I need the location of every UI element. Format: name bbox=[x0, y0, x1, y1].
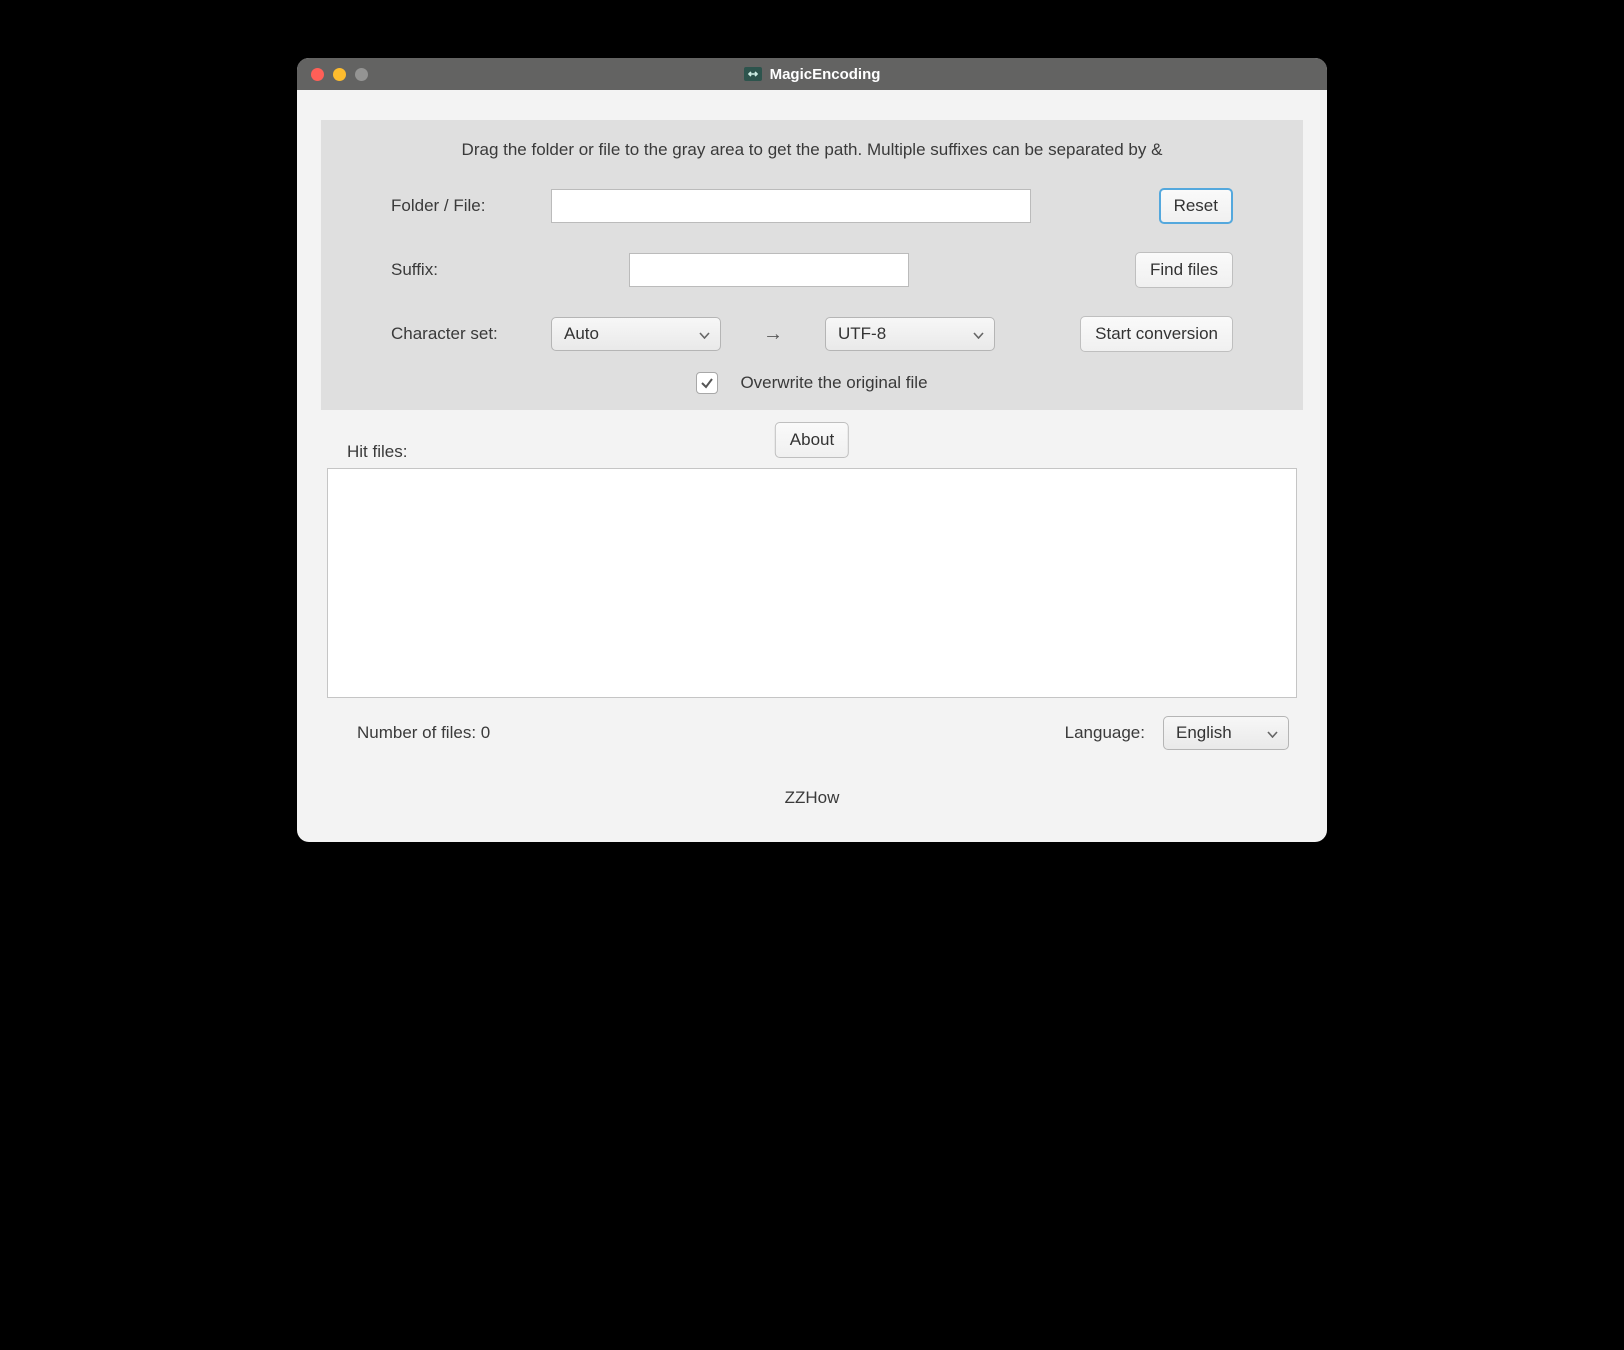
app-icon bbox=[744, 67, 762, 81]
close-icon[interactable] bbox=[311, 68, 324, 81]
source-charset-value: Auto bbox=[564, 324, 599, 344]
file-count-label: Number of files: 0 bbox=[357, 723, 490, 743]
target-charset-value: UTF-8 bbox=[838, 324, 886, 344]
window-title: MagicEncoding bbox=[770, 66, 881, 83]
target-charset-select[interactable]: UTF-8 bbox=[825, 317, 995, 351]
suffix-input[interactable] bbox=[629, 253, 909, 287]
chevron-down-icon bbox=[699, 324, 710, 344]
below-panel: About Hit files: Number of files: 0 Lang… bbox=[321, 410, 1303, 818]
find-files-button[interactable]: Find files bbox=[1135, 252, 1233, 288]
minimize-icon[interactable] bbox=[333, 68, 346, 81]
file-list[interactable] bbox=[327, 468, 1297, 698]
footer-author: ZZHow bbox=[327, 750, 1297, 818]
instruction-text: Drag the folder or file to the gray area… bbox=[391, 140, 1233, 160]
app-window: MagicEncoding Drag the folder or file to… bbox=[297, 58, 1327, 842]
start-conversion-button[interactable]: Start conversion bbox=[1080, 316, 1233, 352]
chevron-down-icon bbox=[973, 324, 984, 344]
suffix-label: Suffix: bbox=[391, 260, 551, 280]
reset-button[interactable]: Reset bbox=[1159, 188, 1233, 224]
language-label: Language: bbox=[1065, 723, 1145, 743]
bottom-row: Number of files: 0 Language: English bbox=[327, 698, 1297, 750]
chevron-down-icon bbox=[1267, 723, 1278, 743]
language-select[interactable]: English bbox=[1163, 716, 1289, 750]
hit-files-label: Hit files: bbox=[347, 442, 407, 462]
arrow-icon: → bbox=[763, 323, 783, 346]
folder-row: Folder / File: Reset bbox=[391, 188, 1233, 224]
folder-label: Folder / File: bbox=[391, 196, 551, 216]
check-icon bbox=[700, 376, 714, 390]
window-controls bbox=[297, 68, 368, 81]
drop-panel[interactable]: Drag the folder or file to the gray area… bbox=[321, 120, 1303, 410]
about-button[interactable]: About bbox=[775, 422, 849, 458]
titlebar: MagicEncoding bbox=[297, 58, 1327, 90]
zoom-icon[interactable] bbox=[355, 68, 368, 81]
source-charset-select[interactable]: Auto bbox=[551, 317, 721, 351]
charset-label: Character set: bbox=[391, 324, 551, 344]
suffix-row: Suffix: Find files bbox=[391, 252, 1233, 288]
charset-row: Character set: Auto → UTF-8 Start conver… bbox=[391, 316, 1233, 352]
folder-input[interactable] bbox=[551, 189, 1031, 223]
overwrite-label: Overwrite the original file bbox=[740, 373, 927, 393]
content-area: Drag the folder or file to the gray area… bbox=[297, 90, 1327, 842]
overwrite-checkbox[interactable] bbox=[696, 372, 718, 394]
language-value: English bbox=[1176, 723, 1232, 743]
overwrite-row: Overwrite the original file bbox=[391, 372, 1233, 394]
